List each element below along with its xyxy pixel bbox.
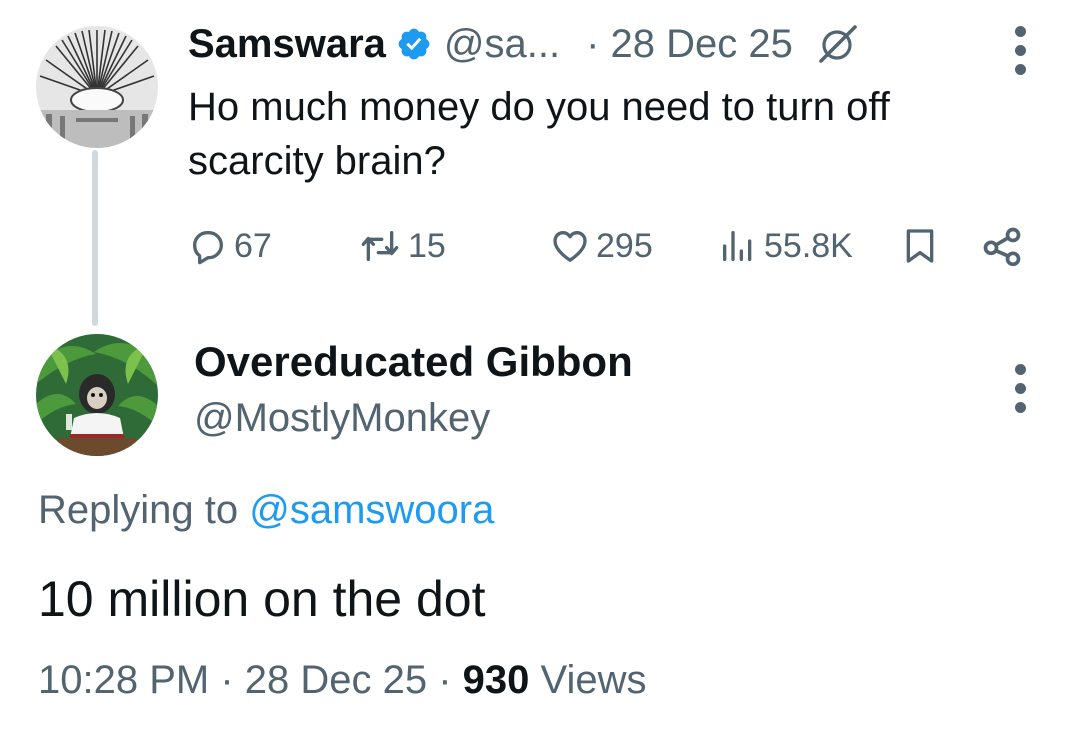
avatar-gibbon-image [36, 334, 158, 456]
thread-connector-line [92, 150, 98, 326]
reply-views-label: Views [529, 658, 647, 702]
views-button[interactable]: 55.8K [718, 220, 853, 272]
heart-icon [553, 231, 587, 262]
bookmark-icon [906, 229, 934, 263]
avatar-samswara[interactable] [36, 26, 158, 148]
share-button[interactable] [980, 220, 1024, 272]
more-options-icon[interactable] [1010, 26, 1030, 75]
reply-author-handle[interactable]: @MostlyMonkey [194, 396, 490, 441]
retweet-count: 15 [408, 226, 446, 265]
reply-icon [193, 231, 223, 265]
tweet-date[interactable]: · 28 Dec 25 [586, 22, 793, 67]
replying-to-line: Replying to @samswoora [38, 488, 494, 533]
tweet-header: Samswara @sa... · 28 Dec 25 [188, 18, 859, 70]
reply-meta: 10:28 PM · 28 Dec 25 · 930 Views [38, 658, 647, 703]
verified-badge-icon [396, 26, 432, 62]
author-handle[interactable]: @sa... [444, 22, 560, 67]
grok-icon[interactable] [817, 23, 859, 65]
reply-text: 10 million on the dot [38, 571, 486, 627]
replying-to-label: Replying to [38, 488, 250, 532]
bookmark-button[interactable] [900, 220, 940, 272]
reply-views-count: 930 [462, 658, 530, 702]
like-count: 295 [596, 226, 653, 265]
reply-timestamp[interactable]: 10:28 PM · 28 Dec 25 · [38, 658, 463, 702]
replying-to-mention-link[interactable]: @samswoora [249, 488, 494, 532]
views-count: 55.8K [764, 226, 853, 265]
views-chart-icon [723, 231, 752, 261]
author-name[interactable]: Samswara [188, 22, 386, 67]
avatar-samswara-image [36, 26, 158, 148]
reply-more-options-icon[interactable] [1010, 364, 1030, 413]
tweet-text: Ho much money do you need to turn off sc… [188, 85, 890, 183]
tweet-actions-bar: 67 15 295 55.8K [188, 220, 1028, 272]
share-icon [983, 227, 1021, 267]
retweet-button[interactable]: 15 [358, 220, 446, 272]
reply-button[interactable]: 67 [188, 220, 272, 272]
avatar-overeducated-gibbon[interactable] [36, 334, 158, 456]
reply-author-name[interactable]: Overeducated Gibbon [194, 338, 633, 386]
reply-count: 67 [234, 226, 272, 265]
retweet-icon [361, 231, 399, 261]
like-button[interactable]: 295 [550, 220, 653, 272]
